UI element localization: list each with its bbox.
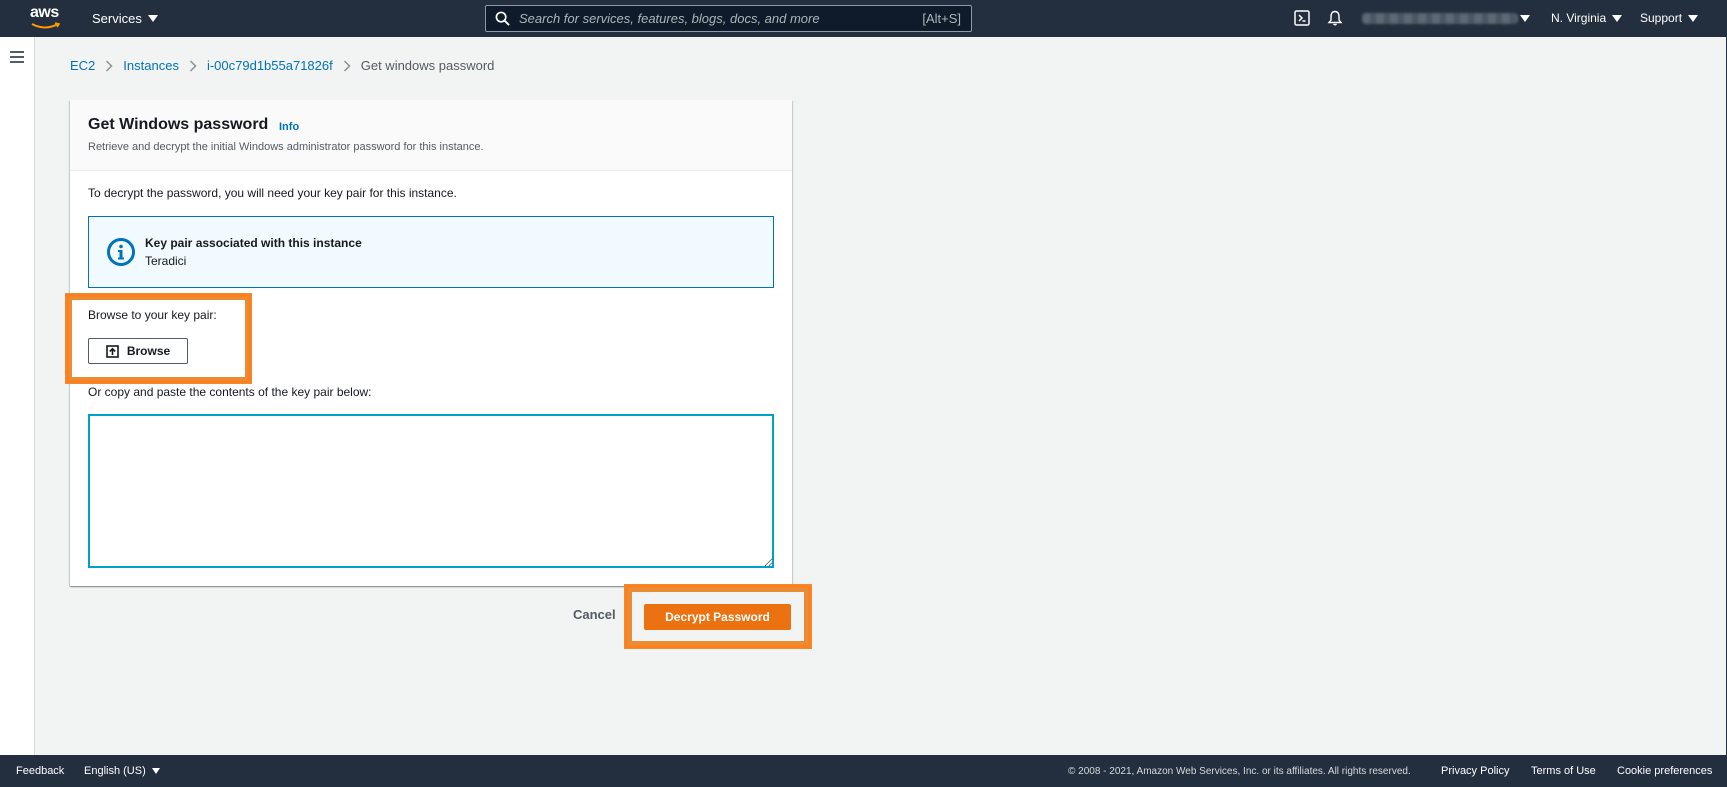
breadcrumb-current: Get windows password bbox=[360, 58, 495, 73]
browse-label: Browse to your key pair: bbox=[88, 308, 217, 322]
cancel-button[interactable]: Cancel bbox=[573, 607, 616, 622]
panel-header: Get Windows password Info Retrieve and d… bbox=[70, 100, 792, 171]
info-link[interactable]: Info bbox=[279, 121, 299, 133]
terms-of-use-link[interactable]: Terms of Use bbox=[1531, 765, 1596, 777]
caret-down-icon bbox=[1612, 14, 1623, 22]
browse-button-label: Browse bbox=[126, 344, 171, 358]
browse-button[interactable]: Browse bbox=[88, 338, 188, 364]
chevron-right-icon bbox=[343, 59, 351, 72]
language-selector[interactable]: English (US) bbox=[84, 765, 160, 777]
region-selector[interactable]: N. Virginia bbox=[1551, 11, 1623, 25]
caret-down-icon bbox=[151, 768, 160, 774]
feedback-link[interactable]: Feedback bbox=[16, 765, 64, 777]
panel-description: Retrieve and decrypt the initial Windows… bbox=[88, 141, 484, 153]
aws-logo[interactable]: aws bbox=[30, 5, 64, 31]
cookie-preferences-link[interactable]: Cookie preferences bbox=[1617, 765, 1712, 777]
breadcrumb-instance-id[interactable]: i-00c79d1b55a71826f bbox=[207, 58, 333, 73]
paste-label: Or copy and paste the contents of the ke… bbox=[88, 385, 372, 399]
key-pair-contents-textarea[interactable] bbox=[88, 414, 774, 568]
decrypt-intro-text: To decrypt the password, you will need y… bbox=[88, 186, 457, 200]
info-circle-icon bbox=[107, 238, 135, 266]
region-label: N. Virginia bbox=[1551, 11, 1607, 25]
key-pair-info-alert: Key pair associated with this instance T… bbox=[88, 216, 774, 288]
services-menu[interactable]: Services bbox=[92, 11, 158, 26]
decrypt-password-button[interactable]: Decrypt Password bbox=[644, 604, 791, 630]
aws-logo-text: aws bbox=[30, 4, 59, 21]
aws-smile-icon bbox=[31, 22, 61, 29]
language-label: English (US) bbox=[84, 765, 146, 777]
hamburger-icon[interactable] bbox=[10, 51, 24, 63]
caret-down-icon bbox=[147, 15, 158, 22]
key-pair-name: Teradici bbox=[145, 254, 187, 268]
footer: Feedback English (US) © 2008 - 2021, Ama… bbox=[0, 755, 1727, 787]
get-windows-password-panel: Get Windows password Info Retrieve and d… bbox=[70, 100, 792, 586]
breadcrumb: EC2 Instances i-00c79d1b55a71826f Get wi… bbox=[70, 58, 494, 73]
page-title: Get Windows password bbox=[88, 116, 269, 133]
chevron-right-icon bbox=[106, 59, 113, 72]
side-navigation-rail bbox=[0, 37, 35, 755]
privacy-policy-link[interactable]: Privacy Policy bbox=[1441, 765, 1509, 777]
search-shortcut-hint: [Alt+S] bbox=[922, 11, 961, 26]
account-menu-redacted[interactable] bbox=[1362, 13, 1518, 24]
search-bar[interactable]: [Alt+S] bbox=[485, 5, 972, 32]
services-label: Services bbox=[92, 11, 142, 26]
chevron-right-icon bbox=[189, 59, 197, 72]
copyright-text: © 2008 - 2021, Amazon Web Services, Inc.… bbox=[1068, 766, 1411, 777]
search-input[interactable] bbox=[519, 11, 923, 26]
upload-icon bbox=[106, 344, 119, 358]
breadcrumb-instances[interactable]: Instances bbox=[123, 58, 179, 73]
cloudshell-icon[interactable] bbox=[1294, 10, 1310, 26]
breadcrumb-ec2[interactable]: EC2 bbox=[70, 58, 95, 73]
account-caret-icon[interactable] bbox=[1520, 15, 1530, 22]
support-menu[interactable]: Support bbox=[1640, 11, 1699, 25]
top-navigation: aws Services [Alt+S] N. Virginia Support bbox=[0, 0, 1727, 37]
alert-title: Key pair associated with this instance bbox=[145, 236, 362, 250]
support-label: Support bbox=[1640, 11, 1683, 25]
bell-icon[interactable] bbox=[1327, 10, 1343, 26]
caret-down-icon bbox=[1688, 14, 1699, 22]
search-icon bbox=[495, 11, 510, 26]
